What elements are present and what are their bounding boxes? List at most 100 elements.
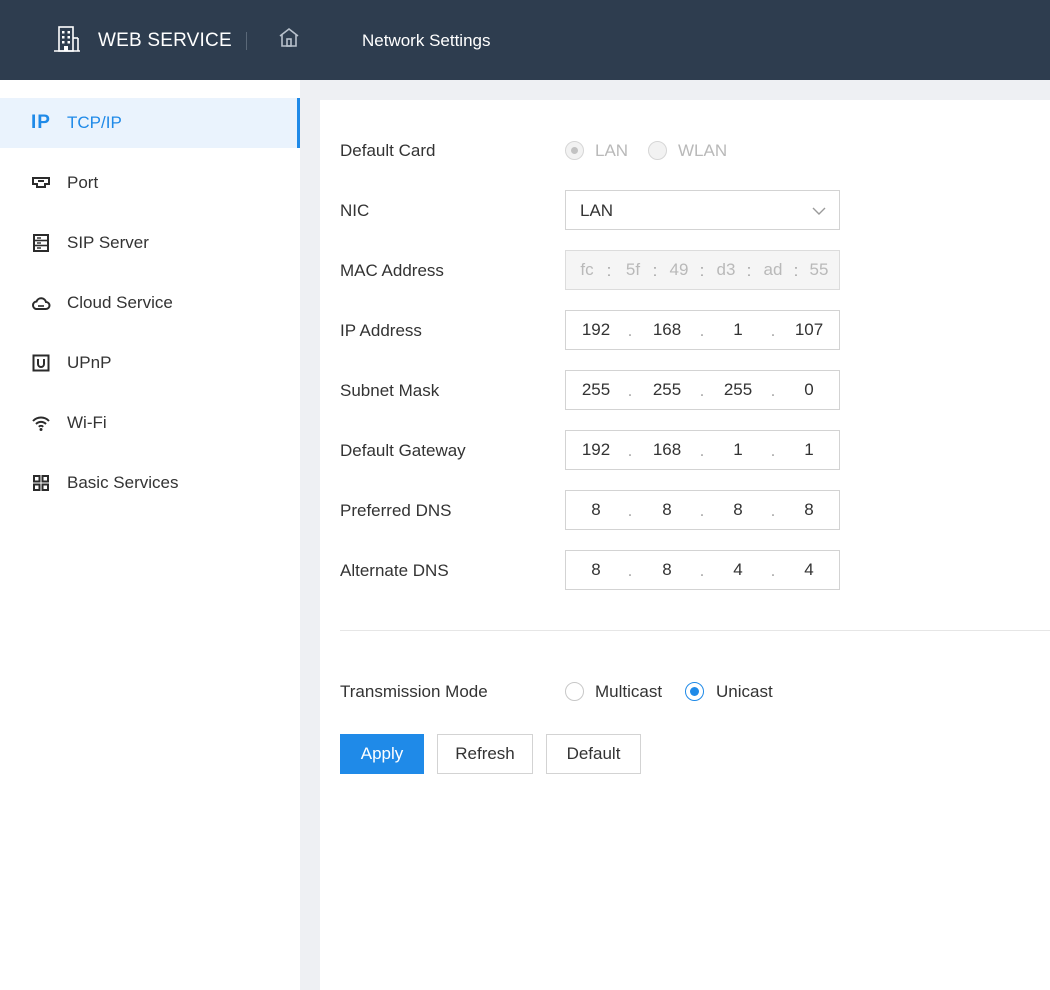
mac-separator: : <box>652 261 658 280</box>
sidebar-item-port[interactable]: Port <box>0 158 300 208</box>
wifi-icon <box>32 416 50 431</box>
nic-label: NIC <box>340 201 370 220</box>
subnet-mask-field: 255 . 255 . 255 . 0 <box>565 370 840 410</box>
unicast-radio[interactable] <box>685 682 704 701</box>
subnet-mask-label: Subnet Mask <box>340 381 440 400</box>
ip-separator: . <box>770 381 776 400</box>
ip-separator: . <box>699 561 705 580</box>
sidebar-item-label: Port <box>67 173 99 192</box>
nic-select[interactable]: LAN <box>565 190 840 230</box>
sidebar-item-label: Cloud Service <box>67 293 173 312</box>
alternate-dns-octet-input[interactable]: 4 <box>714 551 762 589</box>
sidebar-item-cloud-service[interactable]: Cloud Service <box>0 278 300 328</box>
ip-address-field: 192 . 168 . 1 . 107 <box>565 310 840 350</box>
ip-octet-input[interactable]: 107 <box>785 311 833 349</box>
grid-icon <box>33 475 49 491</box>
preferred-dns-octet-input[interactable]: 8 <box>714 491 762 529</box>
server-icon <box>33 234 49 252</box>
subnet-octet-input[interactable]: 255 <box>643 371 691 409</box>
mac-segment: 55 <box>809 260 829 279</box>
ip-icon: IP <box>31 112 51 133</box>
ip-octet-input[interactable]: 168 <box>643 311 691 349</box>
mac-separator: : <box>746 261 752 280</box>
upnp-icon <box>32 354 50 372</box>
multicast-label[interactable]: Multicast <box>595 682 662 702</box>
ip-octet-input[interactable]: 1 <box>714 311 762 349</box>
default-card-lan-label: LAN <box>595 141 629 160</box>
mac-segment: d3 <box>716 260 736 279</box>
subnet-octet-input[interactable]: 255 <box>714 371 762 409</box>
sidebar-item-label: Basic Services <box>67 473 179 492</box>
gateway-octet-input[interactable]: 1 <box>785 431 833 469</box>
ip-separator: . <box>627 381 633 400</box>
sidebar-item-wifi[interactable]: Wi-Fi <box>0 398 300 448</box>
mac-separator: : <box>699 261 705 280</box>
ip-separator: . <box>770 441 776 460</box>
section-divider <box>340 630 1050 631</box>
mac-address-label: MAC Address <box>340 261 444 280</box>
home-icon[interactable] <box>277 26 301 50</box>
ip-octet-input[interactable]: 192 <box>572 311 620 349</box>
sidebar-item-basic-services[interactable]: Basic Services <box>0 458 300 508</box>
chevron-down-icon <box>812 207 826 215</box>
ip-separator: . <box>699 501 705 520</box>
mac-segment: 5f <box>625 260 641 279</box>
default-gateway-label: Default Gateway <box>340 441 466 460</box>
preferred-dns-octet-input[interactable]: 8 <box>572 491 620 529</box>
ip-separator: . <box>627 321 633 340</box>
mac-segment: 49 <box>669 260 689 279</box>
apply-button[interactable]: Apply <box>340 734 424 774</box>
nic-select-value: LAN <box>580 201 614 220</box>
settings-panel: Default Card LAN WLAN NIC LAN MAC Addres… <box>320 100 1050 990</box>
header-divider <box>246 32 247 50</box>
ip-separator: . <box>627 441 633 460</box>
refresh-button[interactable]: Refresh <box>437 734 533 774</box>
default-card-wlan-label: WLAN <box>678 141 728 160</box>
port-icon <box>32 177 50 188</box>
mac-separator: : <box>793 261 799 280</box>
sidebar-item-upnp[interactable]: UPnP <box>0 338 300 388</box>
alternate-dns-octet-input[interactable]: 8 <box>643 551 691 589</box>
default-card-label: Default Card <box>340 141 436 160</box>
page-title: Network Settings <box>362 31 491 50</box>
transmission-mode-label: Transmission Mode <box>340 682 488 701</box>
multicast-radio[interactable] <box>565 682 584 701</box>
sidebar-item-label: TCP/IP <box>67 113 122 132</box>
alternate-dns-label: Alternate DNS <box>340 561 449 580</box>
ip-separator: . <box>627 561 633 580</box>
ip-separator: . <box>699 381 705 400</box>
unicast-label[interactable]: Unicast <box>716 682 773 702</box>
alternate-dns-octet-input[interactable]: 4 <box>785 551 833 589</box>
gateway-octet-input[interactable]: 168 <box>643 431 691 469</box>
sidebar-item-label: UPnP <box>67 353 112 372</box>
default-gateway-field: 192 . 168 . 1 . 1 <box>565 430 840 470</box>
building-icon <box>54 26 80 52</box>
gateway-octet-input[interactable]: 192 <box>572 431 620 469</box>
ip-separator: . <box>699 321 705 340</box>
alternate-dns-octet-input[interactable]: 8 <box>572 551 620 589</box>
preferred-dns-field: 8 . 8 . 8 . 8 <box>565 490 840 530</box>
cloud-icon <box>32 297 51 310</box>
mac-address-field: fc : 5f : 49 : d3 : ad : 55 <box>565 250 840 290</box>
top-header: WEB SERVICE Network Settings <box>0 0 1050 80</box>
preferred-dns-octet-input[interactable]: 8 <box>643 491 691 529</box>
ip-separator: . <box>627 501 633 520</box>
preferred-dns-octet-input[interactable]: 8 <box>785 491 833 529</box>
brand-title: WEB SERVICE <box>98 30 232 51</box>
sidebar-item-sip-server[interactable]: SIP Server <box>0 218 300 268</box>
ip-address-label: IP Address <box>340 321 422 340</box>
mac-separator: : <box>606 261 612 280</box>
sidebar-item-tcpip[interactable]: IP TCP/IP <box>0 98 300 148</box>
ip-separator: . <box>770 321 776 340</box>
sidebar-item-label: SIP Server <box>67 233 149 252</box>
gateway-octet-input[interactable]: 1 <box>714 431 762 469</box>
default-card-wlan-radio <box>648 141 667 160</box>
subnet-octet-input[interactable]: 0 <box>785 371 833 409</box>
preferred-dns-label: Preferred DNS <box>340 501 452 520</box>
default-button[interactable]: Default <box>546 734 641 774</box>
subnet-octet-input[interactable]: 255 <box>572 371 620 409</box>
alternate-dns-field: 8 . 8 . 4 . 4 <box>565 550 840 590</box>
sidebar-item-label: Wi-Fi <box>67 413 107 432</box>
mac-segment: fc <box>580 260 594 279</box>
sidebar: IP TCP/IP Port SIP Server Cloud Service <box>0 80 300 990</box>
